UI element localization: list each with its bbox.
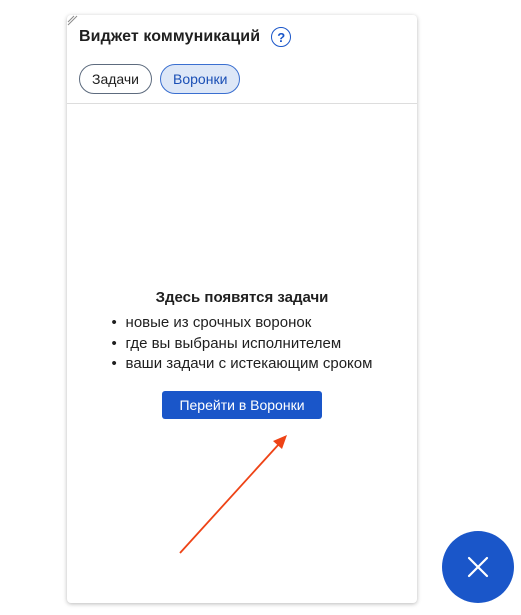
list-item: ваши задачи с истекающим сроком <box>112 354 373 375</box>
widget-title: Виджет коммуникаций <box>79 28 261 45</box>
red-arrow-icon <box>179 435 287 554</box>
close-fab-button[interactable] <box>442 531 514 603</box>
widget-header: Виджет коммуникаций ? <box>79 27 292 47</box>
empty-state: Здесь появятся задачи новые из срочных в… <box>67 289 417 375</box>
tab-bar: Задачи Воронки <box>79 64 241 94</box>
question-circle-icon[interactable]: ? <box>271 27 292 47</box>
empty-state-title: Здесь появятся задачи <box>155 289 329 306</box>
go-to-funnels-button[interactable]: Перейти в Воронки <box>162 391 322 419</box>
tab-funnels[interactable]: Воронки <box>160 64 241 94</box>
header-divider <box>67 103 417 104</box>
resize-handle-icon[interactable] <box>67 15 78 26</box>
list-item: новые из срочных воронок <box>112 313 373 334</box>
close-icon <box>467 556 489 578</box>
list-item: где вы выбраны исполнителем <box>112 334 373 355</box>
empty-state-list: новые из срочных воронок где вы выбраны … <box>112 313 373 375</box>
communications-widget: Виджет коммуникаций ? Задачи Воронки Зде… <box>67 15 417 603</box>
tab-tasks[interactable]: Задачи <box>79 64 153 94</box>
